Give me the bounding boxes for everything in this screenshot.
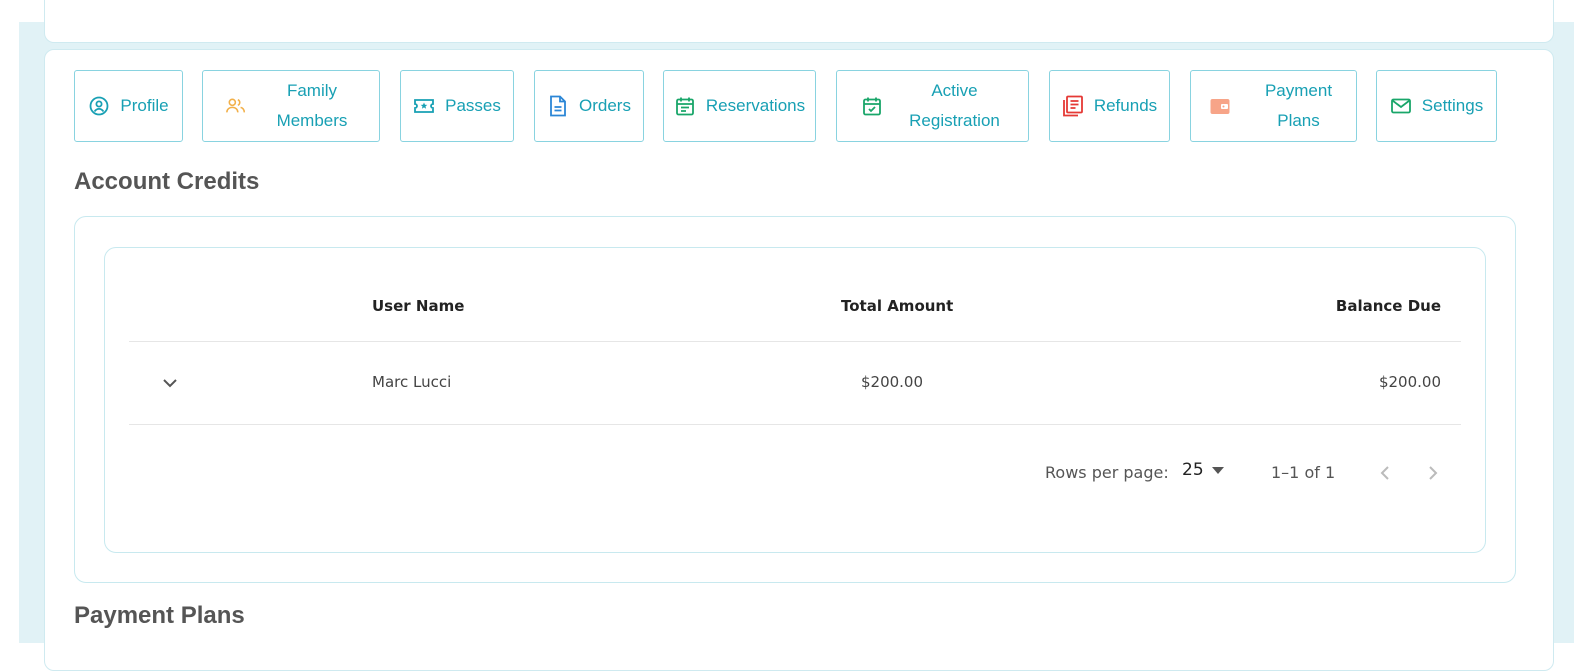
account-credits-table-container bbox=[104, 247, 1486, 553]
top-card bbox=[44, 0, 1554, 43]
calendar-icon bbox=[674, 95, 696, 117]
cell-user-name: Marc Lucci bbox=[372, 373, 452, 391]
tab-refunds[interactable]: Refunds bbox=[1049, 70, 1170, 142]
pagination-range: 1–1 of 1 bbox=[1271, 463, 1336, 482]
dropdown-arrow-icon bbox=[1211, 461, 1224, 479]
family-members-icon bbox=[225, 95, 247, 117]
column-header-total-amount[interactable]: Total Amount bbox=[841, 297, 953, 315]
header-divider bbox=[129, 341, 1461, 342]
expand-row-chevron-down-icon[interactable] bbox=[159, 372, 181, 394]
column-header-balance-due[interactable]: Balance Due bbox=[1290, 297, 1441, 315]
receipt-icon bbox=[1062, 95, 1084, 117]
column-header-user-name[interactable]: User Name bbox=[372, 297, 464, 315]
wallet-icon bbox=[1209, 95, 1231, 117]
cell-total-amount: $200.00 bbox=[860, 373, 924, 391]
rows-per-page-select[interactable]: 25 bbox=[1182, 460, 1224, 480]
tab-label: Family Members bbox=[276, 81, 348, 130]
tab-active-registration[interactable]: Active Registration bbox=[836, 70, 1029, 142]
tab-reservations[interactable]: Reservations bbox=[663, 70, 816, 142]
document-icon bbox=[547, 95, 569, 117]
tab-label: Refunds bbox=[1093, 96, 1158, 115]
tab-label: Profile bbox=[120, 96, 169, 115]
row-divider bbox=[129, 424, 1461, 425]
calendar-check-icon bbox=[861, 95, 883, 117]
section-title-payment-plans: Payment Plans bbox=[74, 602, 245, 629]
profile-circle-icon bbox=[88, 95, 110, 117]
tab-label: Settings bbox=[1421, 96, 1484, 115]
tab-label: Orders bbox=[579, 96, 631, 115]
tab-profile[interactable]: Profile bbox=[74, 70, 183, 142]
tab-label: Passes bbox=[445, 96, 501, 115]
tab-settings[interactable]: Settings bbox=[1376, 70, 1497, 142]
tab-label: Reservations bbox=[705, 96, 806, 115]
tab-family-members[interactable]: Family Members bbox=[202, 70, 380, 142]
rows-per-page-label: Rows per page: bbox=[1045, 463, 1169, 482]
next-page-chevron-right-icon[interactable] bbox=[1422, 461, 1444, 485]
tab-label: Active Registration bbox=[909, 81, 1000, 130]
tab-orders[interactable]: Orders bbox=[534, 70, 644, 142]
ticket-icon bbox=[413, 95, 435, 117]
tab-payment-plans[interactable]: Payment Plans bbox=[1190, 70, 1357, 142]
mail-icon bbox=[1390, 95, 1412, 117]
tab-label: Payment Plans bbox=[1264, 81, 1333, 130]
tab-passes[interactable]: Passes bbox=[400, 70, 514, 142]
rows-per-page-value: 25 bbox=[1182, 460, 1204, 480]
cell-balance-due: $200.00 bbox=[1378, 373, 1441, 391]
section-title-account-credits: Account Credits bbox=[74, 168, 260, 195]
previous-page-chevron-left-icon[interactable] bbox=[1374, 461, 1396, 485]
